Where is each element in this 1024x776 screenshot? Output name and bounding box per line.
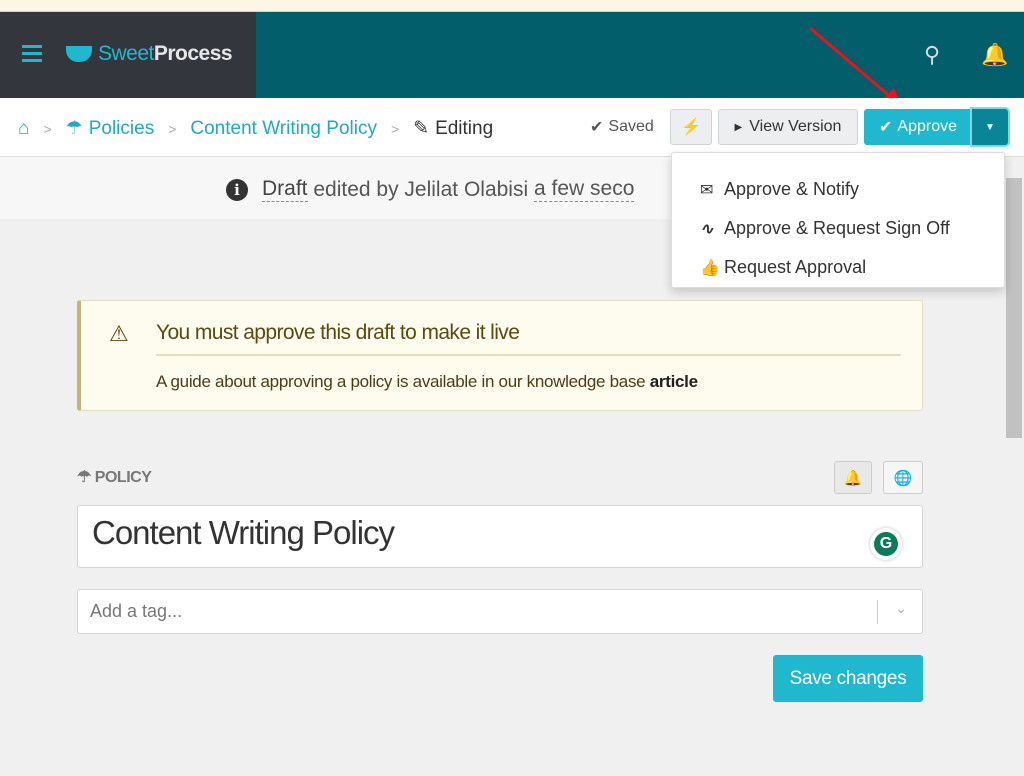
pencil-icon: ✎ (413, 118, 430, 139)
article-link[interactable]: article (650, 372, 698, 391)
menu-item-request-approval[interactable]: 👍 Request Approval (672, 248, 1004, 287)
home-icon[interactable]: ⌂ (18, 118, 29, 140)
breadcrumb: ⌂ > ☂ Policies > Content Writing Policy > ✎ E… (18, 117, 494, 140)
alert-divider (156, 354, 901, 356)
approve-dropdown-menu: ✉ Approve & Notify ∿ Approve & Request Sig… (671, 152, 1005, 288)
breadcrumb-bar: ⌂ > ☂ Policies > Content Writing Policy > ✎ E… (0, 98, 1024, 157)
menu-item-approve-request-sign-off[interactable]: ∿ Approve & Request Sign Off (672, 209, 1004, 248)
warning-icon: ⚠ (109, 321, 129, 346)
scrollbar-thumb[interactable] (1006, 178, 1022, 438)
envelope-icon: ✉ (700, 181, 714, 199)
signature-icon: ∿ (700, 220, 714, 238)
info-icon: i (226, 178, 248, 201)
policy-title-input[interactable]: Content Writing Policy G (77, 505, 923, 568)
breadcrumb-policies[interactable]: Policies (89, 118, 154, 140)
approve-dropdown-toggle[interactable]: ▼ (972, 109, 1008, 145)
caret-right-icon: ▶ (734, 121, 743, 133)
chevron-down-icon[interactable]: ⌄ (895, 600, 907, 617)
policy-label: ☂ POLICY (77, 469, 152, 486)
edit-time: a few seco (533, 177, 635, 202)
draft-label[interactable]: Draft (262, 177, 308, 202)
alert-title: You must approve this draft to make it l… (156, 321, 520, 344)
check-icon: ✔ (590, 119, 604, 136)
grammarly-icon[interactable]: G (870, 528, 902, 560)
notifications-button[interactable]: 🔔 (834, 461, 872, 494)
check-icon: ✔ (879, 119, 893, 136)
saved-status: ✔ Saved (590, 118, 654, 136)
approve-button[interactable]: ✔ Approve (864, 109, 972, 145)
save-changes-button[interactable]: Save changes (773, 655, 923, 702)
menu-item-approve-notify[interactable]: ✉ Approve & Notify (672, 170, 1004, 209)
quick-actions-button[interactable]: ⚡ (670, 109, 712, 145)
tag-input[interactable]: Add a tag... ⌄ (77, 589, 923, 634)
approval-warning-alert: ⚠ You must approve this draft to make it… (77, 300, 923, 411)
breadcrumb-content-writing-policy[interactable]: Content Writing Policy (190, 118, 377, 140)
umbrella-icon: ☂ (77, 469, 91, 486)
public-visibility-button[interactable]: 🌐 (883, 461, 923, 494)
globe-icon: 🌐 (893, 469, 913, 487)
thumbs-up-icon: 👍 (700, 259, 720, 277)
lightning-icon: ⚡ (681, 119, 701, 136)
view-version-button[interactable]: ▶ View Version (718, 109, 858, 145)
caret-down-icon: ▼ (985, 121, 995, 133)
umbrella-icon: ☂ (65, 118, 83, 139)
bell-icon: 🔔 (843, 469, 863, 487)
breadcrumb-current: Editing (435, 117, 494, 139)
